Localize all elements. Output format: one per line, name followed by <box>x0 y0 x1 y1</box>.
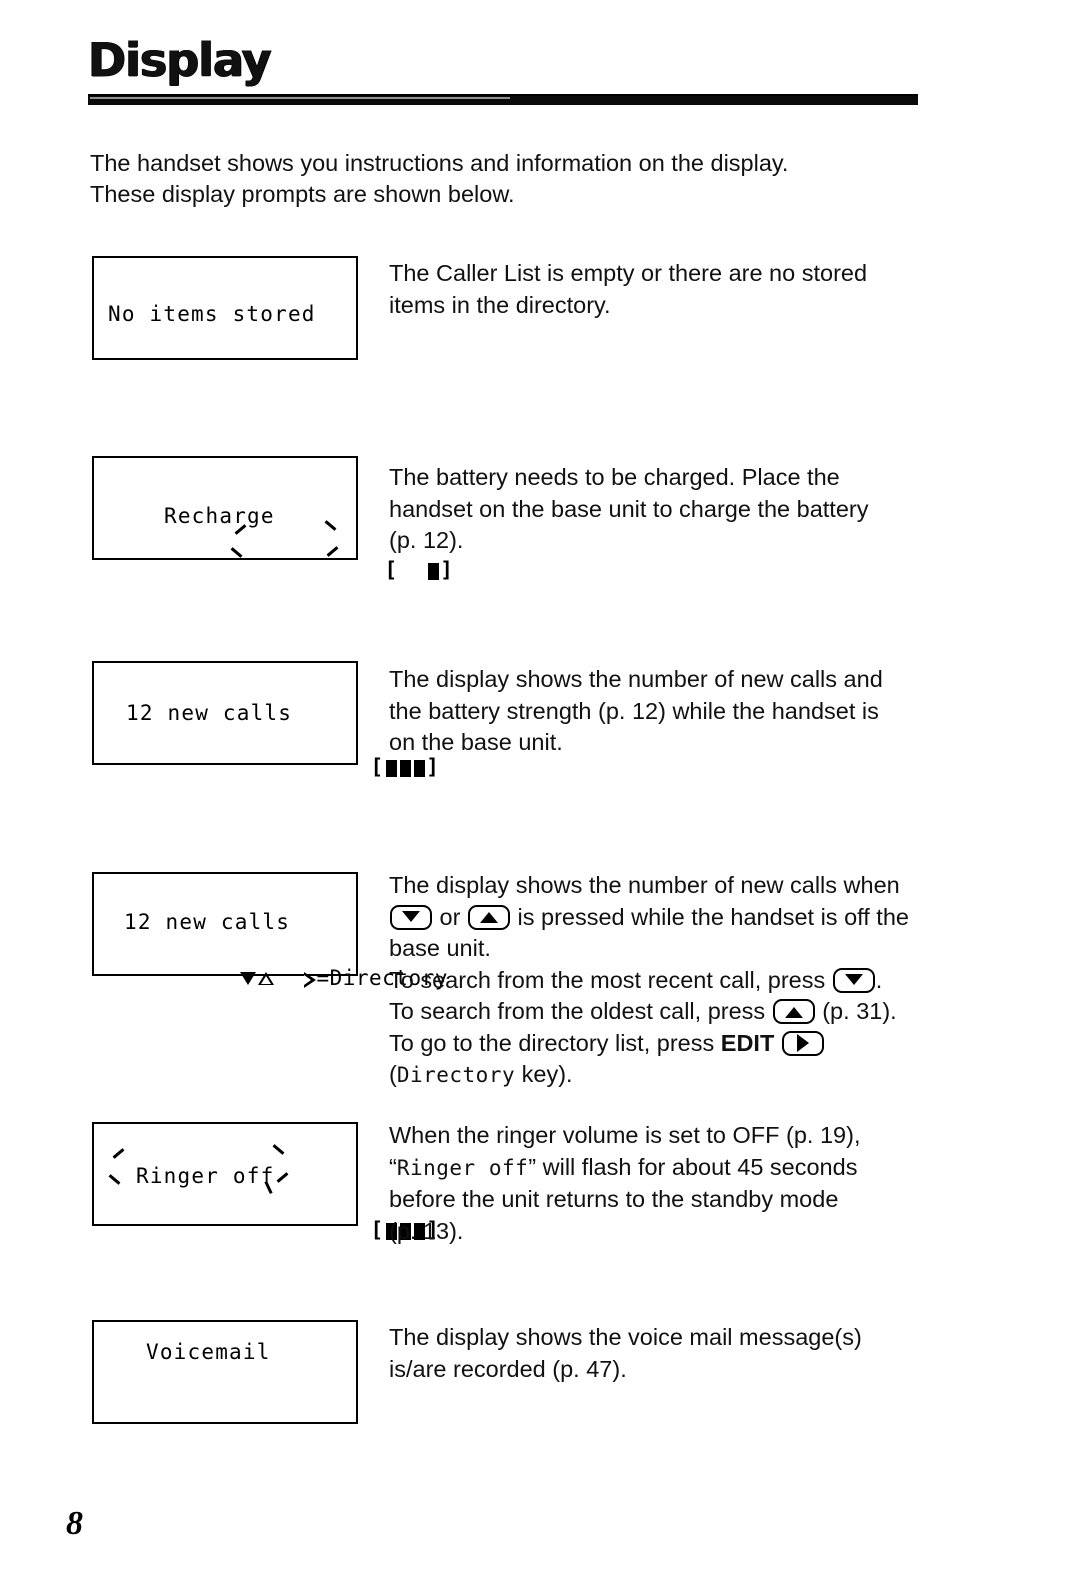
desc-line-4: (p. 13). <box>389 1217 464 1244</box>
right-arrow-outline-icon <box>304 972 317 988</box>
lcd-text-line1: Ringer off <box>136 1164 275 1188</box>
intro-line-2: These display prompts are shown below. <box>90 181 515 207</box>
lcd-screen-recharge: Recharge [] <box>92 456 453 582</box>
description-new-calls-on-base: The display shows the number of new call… <box>389 664 989 759</box>
up-key-icon <box>467 904 510 930</box>
desc-line-7: (Directory key). <box>389 1059 989 1092</box>
desc-line-1: The display shows the number of new call… <box>389 666 883 692</box>
lcd-text-line1: Recharge <box>164 504 275 528</box>
title-divider <box>88 94 918 105</box>
desc-line-5-text-b: (p. 31). <box>822 998 897 1024</box>
desc-line-1: The battery needs to be charged. Place t… <box>389 464 840 490</box>
desc-line-2: items in the directory. <box>389 291 611 318</box>
quote-close: ” <box>528 1153 537 1180</box>
desc-line-2: the battery strength (p. 12) while the h… <box>389 697 879 724</box>
intro-paragraph: The handset shows you instructions and i… <box>90 148 960 210</box>
up-key-icon <box>772 999 815 1024</box>
manual-page: Display The handset shows you instructio… <box>0 0 1080 1575</box>
intro-line-1: The handset shows you instructions and i… <box>90 150 789 176</box>
desc-line-2: or is pressed while the handset is off t… <box>389 902 989 934</box>
desc-line-3: (p. 12). <box>389 527 464 553</box>
down-key-icon <box>832 967 875 993</box>
flash-tick-icon <box>272 1144 285 1155</box>
quote-open: “ <box>389 1153 397 1180</box>
desc-line-2: is/are recorded (p. 47). <box>389 1355 627 1382</box>
description-voicemail: The display shows the voice mail message… <box>389 1322 989 1385</box>
right-key-icon <box>781 1030 824 1056</box>
desc-line-1: The display shows the number of new call… <box>389 872 900 898</box>
flash-tick-icon <box>324 520 337 531</box>
description-recharge: The battery needs to be charged. Place t… <box>389 462 989 557</box>
desc-line-1: When the ringer volume is set to OFF (p.… <box>389 1122 861 1148</box>
desc-line-4-text-b: . <box>875 966 883 993</box>
title-block: Display <box>88 34 928 105</box>
description-ringer-off: When the ringer volume is set to OFF (p.… <box>389 1120 989 1247</box>
flash-tick-icon <box>112 1148 125 1159</box>
flash-tick-icon <box>108 1174 121 1185</box>
lcd-text-line1: 12 new calls <box>124 910 291 934</box>
lcd-screen-new-calls-on-base: 12 new calls [] <box>92 661 439 779</box>
desc-line-2-text-a: or <box>439 903 461 930</box>
desc-line-7-open-paren: ( <box>389 1061 397 1087</box>
desc-line-3: base unit. <box>389 935 491 961</box>
lcd-screen-ringer-off: Ringer off [] <box>92 1122 439 1242</box>
lcd-screen-new-calls-off-base: 12 new calls =Directory <box>92 872 447 990</box>
flash-tick-icon <box>276 1172 289 1183</box>
ringer-off-literal: Ringer off <box>396 1155 529 1180</box>
description-new-calls-off-base: The display shows the number of new call… <box>389 870 989 1092</box>
page-title: Display <box>88 33 272 87</box>
desc-line-1: The display shows the voice mail message… <box>389 1324 862 1350</box>
desc-line-2-rest: will flash for about 45 seconds <box>536 1153 858 1180</box>
desc-line-2-text-b: is pressed while the handset is off the <box>517 903 909 930</box>
desc-line-5-text-a: To search from the oldest call, press <box>389 998 766 1024</box>
desc-line-5: To search from the oldest call, press (p… <box>389 996 989 1028</box>
lcd-text-line1: 12 new calls <box>126 701 293 725</box>
flash-tick-icon <box>230 547 243 558</box>
desc-line-6: To go to the directory list, press EDIT <box>389 1028 989 1060</box>
page-number: 8 <box>66 1505 83 1542</box>
lcd-screen-voicemail: Voicemail <box>92 1320 358 1424</box>
down-key-icon <box>390 904 432 930</box>
desc-line-2: handset on the base unit to charge the b… <box>389 495 869 522</box>
desc-line-1: The Caller List is empty or there are no… <box>389 260 868 286</box>
lcd-text-line1: Voicemail <box>146 1340 271 1364</box>
desc-line-4-text-a: To search from the most recent call, pre… <box>389 966 826 993</box>
desc-line-3: on the base unit. <box>389 729 563 755</box>
directory-key-name: Directory <box>396 1063 516 1087</box>
lcd-text-line1: No items stored <box>108 302 316 326</box>
desc-line-2: “Ringer off” will flash for about 45 sec… <box>389 1152 989 1185</box>
desc-line-3: before the unit returns to the standby m… <box>389 1186 839 1212</box>
description-no-items-stored: The Caller List is empty or there are no… <box>389 258 989 321</box>
edit-key-label: EDIT <box>720 1029 775 1056</box>
desc-line-4: To search from the most recent call, pre… <box>389 965 989 997</box>
lcd-screen-no-items-stored: No items stored <box>92 256 358 360</box>
desc-line-6-text-a: To go to the directory list, press <box>389 1029 715 1056</box>
desc-line-7-close: key). <box>515 1061 573 1087</box>
